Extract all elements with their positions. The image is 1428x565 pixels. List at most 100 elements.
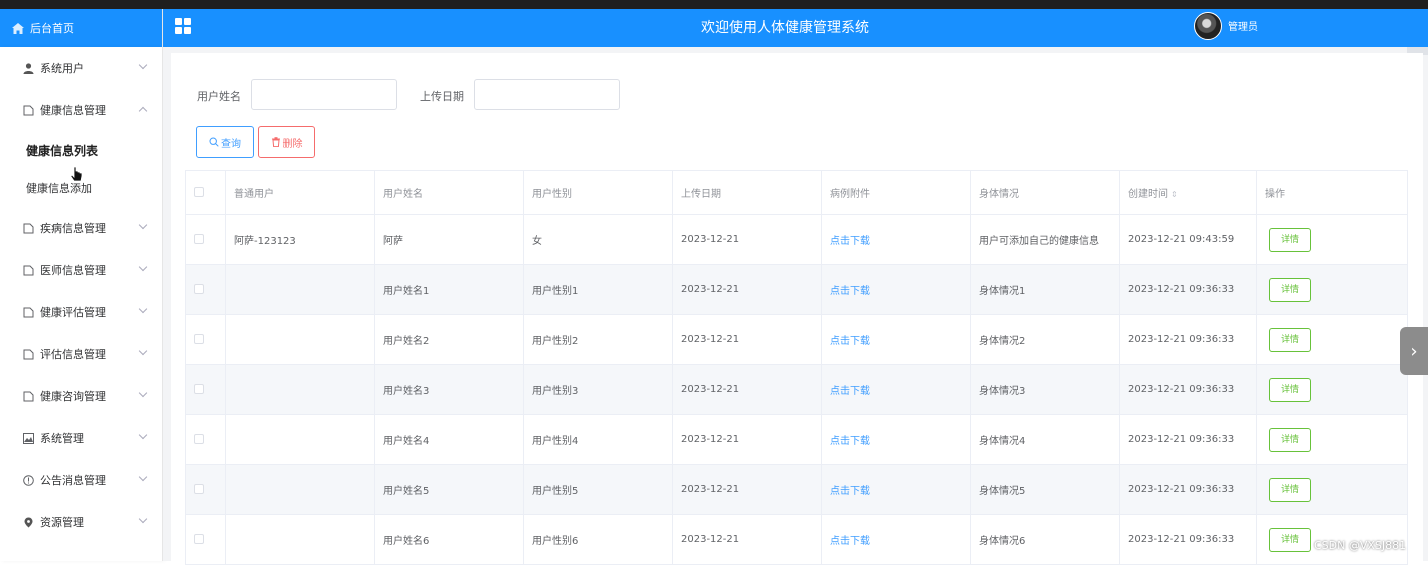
cell-action: 详情 (1256, 364, 1408, 415)
cell-date: 2023-12-21 (672, 214, 822, 265)
cell-text: 身体情况1 (979, 286, 1026, 297)
trash-icon (271, 137, 280, 147)
table-row[interactable]: 用户姓名4 用户性别4 2023-12-21 点击下载 身体情况4 2023-12-21 … (185, 414, 1408, 465)
sidebar-item-label: 系统管理 (40, 432, 84, 445)
sidebar-item-health-assessment[interactable]: 健康评估管理 (0, 291, 162, 333)
home-icon (12, 22, 24, 34)
cell-gender: 用户性别4 (523, 414, 673, 465)
cell-text: 2023-12-21 09:36:33 (1128, 434, 1235, 445)
cell-action: 详情 (1256, 214, 1408, 265)
sidebar-item-label: 健康评估管理 (40, 306, 106, 319)
column-header: 用户姓名 (374, 170, 524, 215)
sidebar-item-label: 健康咨询管理 (40, 390, 106, 403)
detail-button[interactable]: 详情 (1269, 327, 1311, 352)
home-link[interactable]: 后台首页 (0, 9, 163, 47)
table-row[interactable]: 用户姓名3 用户性别3 2023-12-21 点击下载 身体情况3 2023-12-21 … (185, 364, 1408, 415)
cell-text: 用户性别4 (532, 436, 579, 447)
sidebar-item-system-manage[interactable]: 系统管理 (0, 417, 162, 459)
table-row[interactable]: 用户姓名2 用户性别2 2023-12-21 点击下载 身体情况2 2023-12-21 … (185, 314, 1408, 365)
cell-name: 用户姓名3 (374, 364, 524, 415)
row-select-cell (185, 414, 226, 465)
sidebar-item-label: 资源管理 (40, 516, 84, 529)
download-link[interactable]: 点击下载 (830, 436, 870, 447)
column-header: 普通用户 (225, 170, 375, 215)
row-select-cell (185, 314, 226, 365)
download-link[interactable]: 点击下载 (830, 486, 870, 497)
chevron-down-icon (138, 346, 148, 356)
home-label: 后台首页 (30, 22, 74, 35)
cell-text: 2023-12-21 09:43:59 (1128, 234, 1235, 245)
sidebar-item-system-users[interactable]: 系统用户 (0, 47, 162, 89)
username-input[interactable] (251, 79, 397, 110)
sidebar-item-doctor-info[interactable]: 医师信息管理 (0, 249, 162, 291)
detail-button[interactable]: 详情 (1269, 427, 1311, 452)
download-link[interactable]: 点击下载 (830, 336, 870, 347)
sidebar-item-assessment-info[interactable]: 评估信息管理 (0, 333, 162, 375)
download-link[interactable]: 点击下载 (830, 286, 870, 297)
query-button-label: 查询 (221, 138, 241, 150)
table-row[interactable]: 用户姓名1 用户性别1 2023-12-21 点击下载 身体情况1 2023-12-21 … (185, 264, 1408, 315)
select-all-checkbox[interactable] (194, 187, 204, 197)
cell-attachment: 点击下载 (821, 414, 971, 465)
cell-user (225, 464, 375, 515)
cell-action: 详情 (1256, 264, 1408, 315)
cell-text: 2023-12-21 (681, 384, 740, 395)
cell-date: 2023-12-21 (672, 264, 822, 315)
cell-text: 身体情况6 (979, 536, 1026, 547)
download-link[interactable]: 点击下载 (830, 236, 870, 247)
detail-button[interactable]: 详情 (1269, 527, 1311, 552)
upload-date-input[interactable] (474, 79, 620, 110)
chevron-down-icon (138, 220, 148, 230)
table-header-row: 普通用户 用户姓名 用户性别 上传日期 病例附件 身体情况 创建时间 ⇕ 操作 (185, 170, 1408, 215)
row-checkbox[interactable] (194, 234, 204, 244)
row-checkbox[interactable] (194, 434, 204, 444)
chevron-right-icon[interactable]: › (1400, 327, 1428, 375)
detail-button[interactable]: 详情 (1269, 227, 1311, 252)
detail-button[interactable]: 详情 (1269, 277, 1311, 302)
row-checkbox[interactable] (194, 484, 204, 494)
download-link[interactable]: 点击下载 (830, 386, 870, 397)
select-all-cell (185, 170, 226, 215)
cell-text: 2023-12-21 (681, 284, 740, 295)
row-checkbox[interactable] (194, 334, 204, 344)
delete-button[interactable]: 删除 (258, 126, 315, 158)
download-link[interactable]: 点击下载 (830, 536, 870, 547)
detail-button[interactable]: 详情 (1269, 377, 1311, 402)
detail-button[interactable]: 详情 (1269, 477, 1311, 502)
document-icon (22, 222, 34, 234)
cell-text: 2023-12-21 09:36:33 (1128, 484, 1235, 495)
sidebar-item-label: 医师信息管理 (40, 264, 106, 277)
cell-text: 用户姓名2 (383, 336, 430, 347)
column-header-created[interactable]: 创建时间 ⇕ (1119, 170, 1257, 215)
sidebar-item-health-consult[interactable]: 健康咨询管理 (0, 375, 162, 417)
cell-text: 阿萨-123123 (234, 236, 296, 247)
health-info-table: 普通用户 用户姓名 用户性别 上传日期 病例附件 身体情况 创建时间 ⇕ 操作 阿… (185, 170, 1408, 565)
sidebar-item-health-info[interactable]: 健康信息管理 (0, 89, 162, 131)
chevron-down-icon (138, 430, 148, 440)
cell-attachment: 点击下载 (821, 464, 971, 515)
table-row[interactable]: 用户姓名5 用户性别5 2023-12-21 点击下载 身体情况5 2023-12-21 … (185, 464, 1408, 515)
cell-gender: 用户性别3 (523, 364, 673, 415)
row-checkbox[interactable] (194, 534, 204, 544)
sidebar-item-disease-info[interactable]: 疾病信息管理 (0, 207, 162, 249)
query-button[interactable]: 查询 (196, 126, 254, 158)
sidebar-item-announcement[interactable]: 公告消息管理 (0, 459, 162, 501)
table-row[interactable]: 阿萨-123123 阿萨 女 2023-12-21 点击下载 用户可添加自己的健康信息 20… (185, 214, 1408, 265)
cell-text: 用户性别1 (532, 286, 579, 297)
cell-user (225, 264, 375, 315)
sidebar-subitem-health-list[interactable]: 健康信息列表 (0, 131, 162, 169)
sidebar-item-resource[interactable]: 资源管理 (0, 501, 162, 543)
cell-text: 用户性别5 (532, 486, 579, 497)
row-select-cell (185, 264, 226, 315)
avatar[interactable] (1194, 12, 1222, 40)
cell-attachment: 点击下载 (821, 364, 971, 415)
row-checkbox[interactable] (194, 284, 204, 294)
cell-action: 详情 (1256, 314, 1408, 365)
document-icon (22, 104, 34, 116)
sort-icon[interactable]: ⇕ (1171, 190, 1178, 199)
row-checkbox[interactable] (194, 384, 204, 394)
cell-text: 2023-12-21 (681, 234, 740, 245)
menu-toggle-icon[interactable] (175, 18, 191, 34)
table-row[interactable]: 用户姓名6 用户性别6 2023-12-21 点击下载 身体情况6 2023-12-21 … (185, 514, 1408, 565)
user-name[interactable]: 管理员 (1228, 9, 1258, 47)
